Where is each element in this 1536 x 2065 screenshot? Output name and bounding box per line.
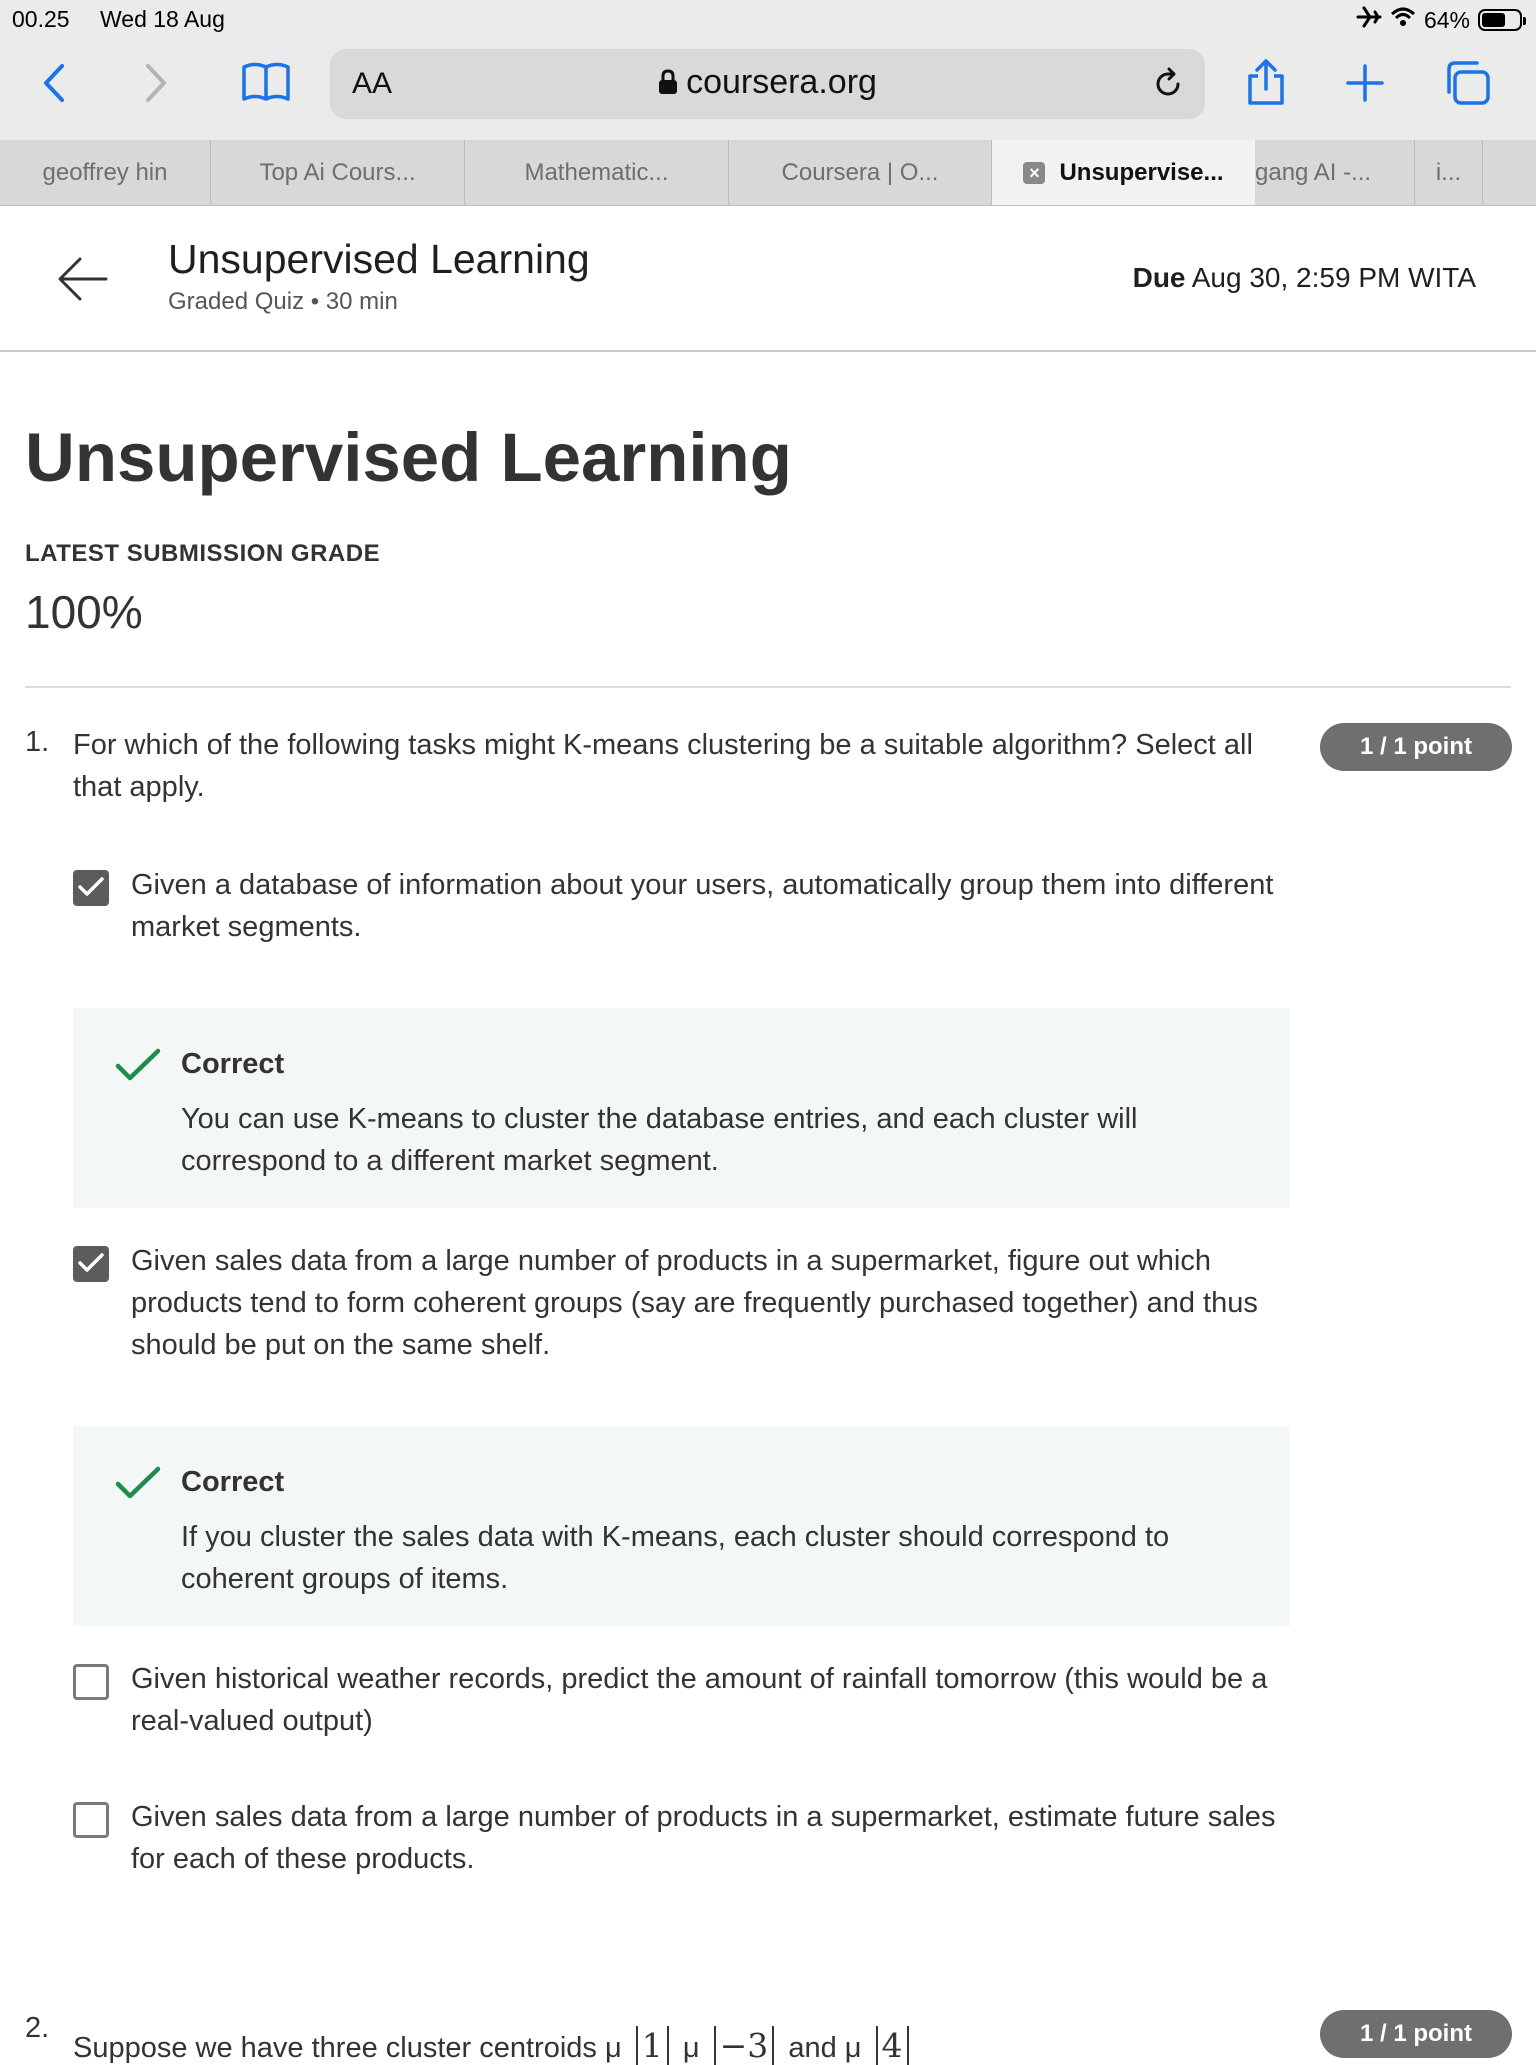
tab-overflow[interactable]: i... (1415, 140, 1483, 205)
tab-mathematics[interactable]: Mathematic... (465, 140, 729, 205)
check-icon (115, 1466, 161, 1499)
tab-label: Top Ai Cours... (259, 158, 416, 186)
browser-toolbar: AA coursera.org (0, 40, 1536, 140)
reload-icon (1156, 67, 1180, 96)
plus-icon (1346, 64, 1384, 102)
option-text: Given a database of information about yo… (131, 869, 1274, 943)
status-date: Wed 18 Aug (100, 6, 225, 32)
check-icon (115, 1048, 161, 1081)
book-icon (242, 62, 290, 101)
centroid-label: μ (844, 2032, 862, 2064)
chevron-right-icon (146, 64, 166, 102)
answer-option[interactable]: Given historical weather records, predic… (73, 1658, 1273, 1748)
address-bar[interactable]: AA coursera.org (330, 49, 1205, 119)
page-title: Unsupervised Learning (25, 419, 792, 496)
answer-option[interactable]: Given sales data from a large number of … (73, 1796, 1275, 1886)
centroid-label: μ (682, 2032, 700, 2064)
checkbox-checked[interactable] (73, 1246, 109, 1282)
tab-top-ai-courses[interactable]: Top Ai Cours... (211, 140, 465, 205)
option-text: Given historical weather records, predic… (131, 1663, 1268, 1737)
checkmark-icon (78, 1253, 104, 1272)
tab-label: geoffrey hin (42, 158, 168, 186)
url-display[interactable]: coursera.org (330, 63, 1205, 102)
option-text: Given sales data from a large number of … (131, 1245, 1258, 1361)
tab-geoffrey-hinton[interactable]: geoffrey hin (0, 140, 211, 205)
feedback-text: If you cluster the sales data with K-mea… (181, 1521, 1170, 1595)
centroid-vector: 1 (635, 2026, 669, 2065)
status-bar: 00.25 Wed 18 Aug 64% (0, 0, 1536, 40)
due-label: Due (1132, 262, 1186, 293)
question-text: For which of the following tasks might K… (73, 729, 1253, 803)
grade-label: LATEST SUBMISSION GRADE (25, 540, 381, 567)
divider (25, 686, 1511, 688)
airplane-icon (1356, 6, 1382, 34)
feedback-title: Correct (181, 1048, 285, 1080)
battery-level-fill (1482, 13, 1506, 27)
tab-label: Unsupervise... (1059, 158, 1224, 186)
share-button[interactable] (1236, 58, 1296, 108)
wifi-icon (1390, 6, 1416, 34)
grade-value: 100% (25, 586, 143, 638)
feedback-correct: Correct If you cluster the sales data wi… (73, 1426, 1290, 1626)
feedback-text: You can use K-means to cluster the datab… (181, 1103, 1138, 1177)
new-tab-button[interactable] (1335, 58, 1395, 108)
tab-bar: geoffrey hin Top Ai Cours... Mathematic.… (0, 140, 1536, 206)
back-to-course-button[interactable] (56, 252, 110, 306)
tab-gang-ai[interactable]: gang AI -... (1255, 140, 1415, 205)
question-number: 2. (25, 2012, 50, 2044)
reload-button[interactable] (1145, 61, 1191, 107)
centroid-vector: 4 (875, 2026, 909, 2065)
forward-button[interactable] (125, 58, 185, 108)
close-tab-icon[interactable]: × (1023, 161, 1046, 184)
checkbox-checked[interactable] (73, 870, 109, 906)
points-badge: 1 / 1 point (1320, 2010, 1512, 2058)
arrow-left-icon (58, 257, 108, 301)
tabs-icon (1447, 61, 1490, 105)
feedback-correct: Correct You can use K-means to cluster t… (73, 1008, 1290, 1208)
points-badge: 1 / 1 point (1320, 723, 1512, 771)
checkbox-unchecked[interactable] (73, 1802, 109, 1838)
and-label: and (788, 2032, 837, 2064)
tab-label: gang AI -... (1255, 158, 1372, 186)
quiz-header-title: Unsupervised Learning (168, 236, 590, 282)
status-indicators: 64% (1356, 6, 1526, 34)
back-button[interactable] (25, 58, 85, 108)
question-text: Suppose we have three cluster centroids … (73, 2026, 915, 2065)
share-icon (1248, 59, 1284, 105)
status-time: 00.25 (12, 6, 70, 32)
feedback-title: Correct (181, 1466, 285, 1498)
tabs-overview-button[interactable] (1438, 58, 1498, 108)
due-date: Due Aug 30, 2:59 PM WITA (1133, 262, 1476, 294)
question-text-start: Suppose we have three cluster centroids … (73, 2032, 622, 2064)
answer-option[interactable]: Given a database of information about yo… (73, 864, 1273, 954)
battery-percent: 64% (1423, 6, 1470, 33)
battery-icon (1478, 9, 1526, 31)
due-value: Aug 30, 2:59 PM WITA (1191, 262, 1476, 293)
tab-label: i... (1435, 158, 1462, 186)
answer-option[interactable]: Given sales data from a large number of … (73, 1240, 1273, 1370)
question-number: 1. (25, 726, 50, 758)
tab-unsupervised-learning[interactable]: × Unsupervise... (992, 140, 1255, 205)
centroid-vector: −3 (713, 2026, 775, 2065)
tab-label: Mathematic... (524, 158, 669, 186)
checkmark-icon (78, 877, 104, 896)
option-text: Given sales data from a large number of … (131, 1801, 1276, 1875)
tab-label: Coursera | O... (781, 158, 939, 186)
bookmarks-button[interactable] (236, 58, 296, 108)
lock-icon (659, 69, 678, 94)
tab-coursera[interactable]: Coursera | O... (729, 140, 992, 205)
checkbox-unchecked[interactable] (73, 1664, 109, 1700)
chevron-left-icon (44, 64, 64, 102)
quiz-header-subtitle: Graded Quiz • 30 min (168, 288, 398, 315)
quiz-header: Unsupervised Learning Graded Quiz • 30 m… (0, 206, 1536, 352)
url-text: coursera.org (686, 63, 877, 101)
